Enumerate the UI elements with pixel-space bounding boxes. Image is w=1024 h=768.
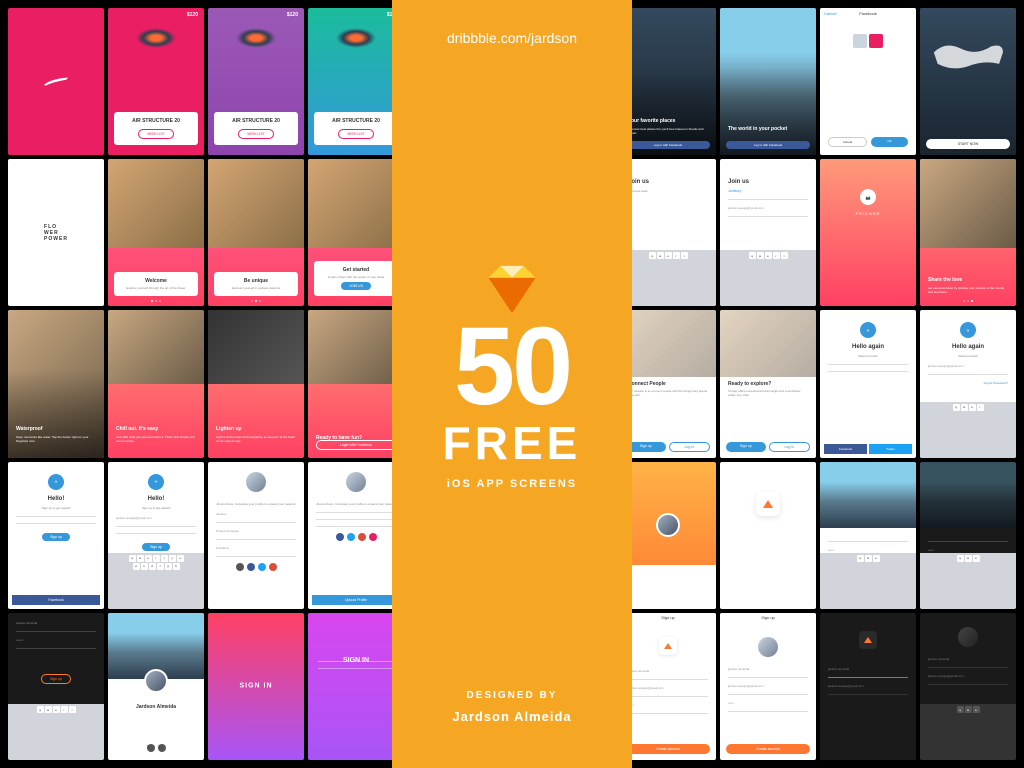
- plane-icon: ✈: [148, 474, 164, 490]
- camera-icon: 📷: [860, 189, 876, 205]
- nike-product-cyan: $120 AIR STRUCTURE 20WISH LIST: [308, 8, 404, 155]
- signup-button[interactable]: Sign up: [726, 442, 766, 452]
- triangle-icon: [763, 500, 773, 508]
- orange-profile: [620, 462, 716, 609]
- signup-button[interactable]: Sign up: [142, 543, 170, 551]
- center-banner: dribbble.com/jardson 50 FREE iOS APP SCR…: [392, 0, 632, 768]
- keyboard[interactable]: qwertyu asdfgh: [108, 553, 204, 609]
- discovr-map: START NOW: [920, 8, 1016, 155]
- facebook-button[interactable]: Facebook: [12, 595, 100, 605]
- camera-ready: Ready to have fun? Login with Facebook: [308, 310, 404, 457]
- discovr-world: The world in your pocket Log in with Fac…: [720, 8, 816, 155]
- keyboard[interactable]: qwert: [620, 250, 716, 306]
- forgot-link[interactable]: Forgot Password?: [920, 381, 1016, 385]
- facebook-button[interactable]: Log in with Facebook: [726, 141, 810, 149]
- profile-card: Jardson Almeida 𝕏ⓕ: [108, 613, 204, 760]
- avatar: [246, 472, 266, 492]
- ok-button[interactable]: OK: [871, 137, 908, 147]
- plane-icon: ✈: [860, 322, 876, 338]
- plane-icon: ✈: [960, 322, 976, 338]
- connect-people: Connect PeopleOur mission is to connect …: [620, 310, 716, 457]
- avatar: [346, 472, 366, 492]
- signin-gradient-2: SIGN IN: [308, 613, 404, 760]
- login-button[interactable]: Log in: [669, 442, 711, 452]
- credit: DESIGNED BY Jardson Almeida: [452, 687, 571, 728]
- join-button[interactable]: JOIN US: [341, 282, 371, 290]
- dark-triangle-login: ••••••Forgot Password? qwe: [920, 462, 1016, 609]
- friendr-splash: 📷 FRIENDR: [820, 159, 916, 306]
- facebook-login-button[interactable]: Login with Facebook: [316, 440, 396, 450]
- avatar: [958, 627, 978, 647]
- signin-gradient-1: SIGN IN: [208, 613, 304, 760]
- hello-again-1: ✈ Hello again Welcome back FacebookTwitt…: [820, 310, 916, 457]
- wishlist-button[interactable]: WISH LIST: [138, 129, 174, 139]
- keyboard[interactable]: qwer: [920, 402, 1016, 458]
- plane-icon: ✈: [48, 474, 64, 490]
- flower-start: Get startedInspire others with the power…: [308, 159, 404, 306]
- keyboard[interactable]: qwe: [920, 704, 1016, 760]
- shoe-image: [236, 28, 276, 48]
- camera-chill: Chill out. It's easyJust click what you …: [108, 310, 204, 457]
- subtitle: iOS APP SCREENS: [447, 478, 577, 490]
- signup-dark-1: jardson.almeidajardson.araujo@gmail.com: [820, 613, 916, 760]
- profile-complete-1: Almost there. Complete your profile to e…: [208, 462, 304, 609]
- nike-product-purple: $120 AIR STRUCTURE 20WISH LIST: [208, 8, 304, 155]
- upload-button[interactable]: Upload Profile: [312, 595, 400, 605]
- avatar: [656, 513, 680, 537]
- facebook-auth: CancelFacebook CancelOK: [820, 8, 916, 155]
- shoe-image: [336, 28, 376, 48]
- wishlist-button[interactable]: WISH LIST: [338, 129, 374, 139]
- wishlist-button[interactable]: WISH LIST: [238, 129, 274, 139]
- keyboard[interactable]: qwe: [820, 553, 916, 609]
- avatar: [758, 637, 778, 657]
- shoe-image: [136, 28, 176, 48]
- ready-explore: Ready to explore?TA app offers exception…: [720, 310, 816, 457]
- dribbble-url: dribbble.com/jardson: [447, 30, 577, 46]
- flower-unique: Be uniqueExpress yourself in endless pat…: [208, 159, 304, 306]
- profile-complete-2: Almost there. Complete your profile to e…: [308, 462, 404, 609]
- start-button[interactable]: START NOW: [926, 139, 1010, 149]
- joinus-2: Join usJardson|jardson.araujo@gmail.com …: [720, 159, 816, 306]
- hello-again-2: ✈ Hello again Welcome back jardson.arauj…: [920, 310, 1016, 457]
- facebook-button[interactable]: Log in with Facebook: [626, 141, 710, 149]
- dark-login: jardson.almeida••••••• Sign up qwert: [8, 613, 104, 760]
- keyboard[interactable]: qwert: [8, 704, 104, 760]
- avatar: [144, 669, 168, 693]
- camera-waterproof: WaterproofKeep memories like water. Tap …: [8, 310, 104, 457]
- count-number: 50: [454, 317, 570, 416]
- price: $120: [187, 12, 198, 18]
- triangle-splash: [720, 462, 816, 609]
- hello-signup-2: ✈ Hello! Sign up to get started jardson.…: [108, 462, 204, 609]
- keyboard[interactable]: qwe: [920, 553, 1016, 609]
- nike-product-red: $120 AIR STRUCTURE 20WISH LIST: [108, 8, 204, 155]
- signup-avatar: Sign up jardson.almeidajardson.araujo@gm…: [720, 613, 816, 760]
- hello-signup-1: ✈ Hello! Sign up to get started Sign up …: [8, 462, 104, 609]
- signup-button[interactable]: Sign up: [41, 674, 71, 684]
- signup-dark-2: jardson.almeidajardson.araujo@gmail.com …: [920, 613, 1016, 760]
- nike-splash: [8, 8, 104, 155]
- flower-welcome: WelcomeExplore yourself through the art …: [108, 159, 204, 306]
- camera-lighten: Lighten upLight is at the heart of photo…: [208, 310, 304, 457]
- keyboard[interactable]: qwert: [720, 250, 816, 306]
- signup-button[interactable]: Sign up: [42, 533, 70, 541]
- joinus-1: Join usWelcome back qwert: [620, 159, 716, 306]
- cancel-button[interactable]: Cancel: [824, 11, 836, 16]
- flower-brand: FLO WER POWER: [8, 159, 104, 306]
- signup-orange: Sign up jardson.almeidajardson.araujo@gm…: [620, 613, 716, 760]
- triangle-login: ••••••Forgot Password? qwe: [820, 462, 916, 609]
- create-button[interactable]: Create account: [626, 744, 710, 754]
- friendr-share: Share the loveLet everyone know by shari…: [920, 159, 1016, 306]
- login-button[interactable]: Log in: [769, 442, 811, 452]
- create-button[interactable]: Create account: [726, 744, 810, 754]
- free-label: FREE: [443, 416, 582, 470]
- showcase-canvas: $120 AIR STRUCTURE 20WISH LIST $120 AIR …: [0, 0, 1024, 768]
- discovr-favorite: Your favorite placesDiscover best places…: [620, 8, 716, 155]
